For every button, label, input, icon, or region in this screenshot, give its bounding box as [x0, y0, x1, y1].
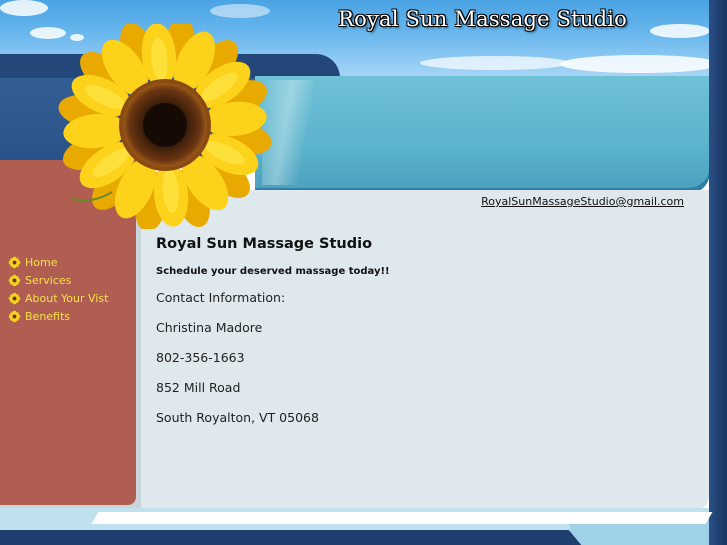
right-frame-edge — [709, 0, 727, 545]
nav-item-home[interactable]: Home — [8, 253, 108, 271]
footer-stripe — [91, 512, 713, 524]
contact-heading: Contact Information: — [156, 290, 286, 305]
sidebar-nav: Home Services About Your Vist Benefits — [8, 253, 108, 325]
nav-label-home: Home — [25, 255, 58, 269]
small-sunflower-icon — [8, 256, 21, 268]
sunflower-image — [58, 24, 272, 229]
cloud — [650, 24, 710, 38]
nav-label-about: About Your Vist — [25, 291, 109, 305]
nav-item-benefits[interactable]: Benefits — [8, 307, 108, 325]
nav-label-services: Services — [25, 273, 72, 287]
nav-item-about-your-vist[interactable]: About Your Vist — [8, 289, 108, 307]
cloud — [210, 4, 270, 18]
nav-label-benefits: Benefits — [25, 309, 71, 323]
contact-address: 852 Mill Road — [156, 380, 241, 395]
small-sunflower-icon — [8, 274, 21, 286]
turquoise-banner — [255, 76, 710, 194]
contact-city: South Royalton, VT 05068 — [156, 410, 319, 425]
nav-item-services[interactable]: Services — [8, 271, 108, 289]
small-sunflower-icon — [8, 310, 21, 322]
footer-navy-band — [0, 530, 560, 545]
contact-name: Christina Madore — [156, 320, 263, 335]
cloud — [0, 0, 48, 16]
tagline: Schedule your deserved massage today!! — [156, 266, 390, 277]
cloud — [560, 55, 720, 73]
site-title: Royal Sun Massage Studio — [338, 7, 627, 31]
cloud — [420, 56, 570, 70]
contact-phone: 802-356-1663 — [156, 350, 245, 365]
main-content: Royal Sun Massage Studio Schedule your d… — [156, 236, 676, 440]
page-heading: Royal Sun Massage Studio — [156, 236, 373, 252]
small-sunflower-icon — [8, 292, 21, 304]
email-link[interactable]: RoyalSunMassageStudio@gmail.com — [481, 195, 684, 208]
